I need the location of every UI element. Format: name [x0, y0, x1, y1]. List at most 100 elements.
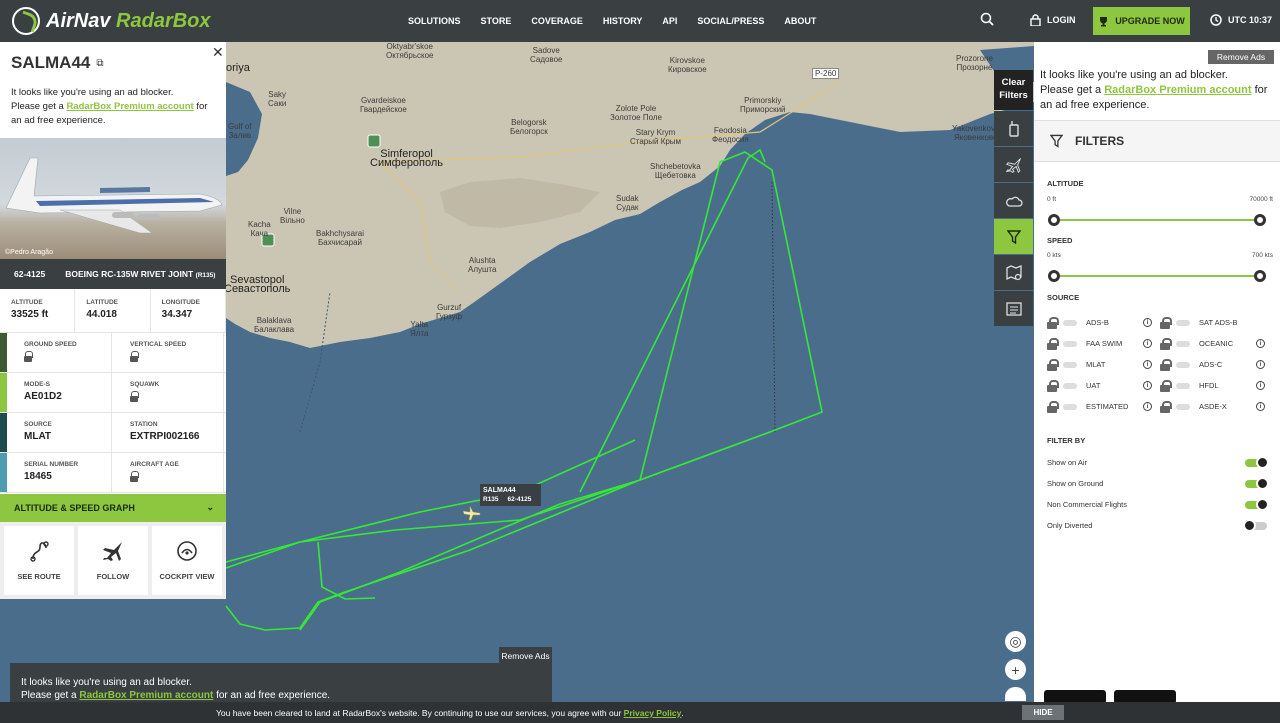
nav-about[interactable]: ABOUT: [784, 16, 816, 26]
altitude-min: 0 ft: [1047, 196, 1057, 203]
altitude-max-handle[interactable]: [1254, 214, 1266, 226]
flight-map-label[interactable]: SALMA44 R135 62-4125: [480, 484, 541, 506]
info-icon[interactable]: i: [1256, 360, 1265, 369]
cookie-text: You have been cleared to land at RadarBo…: [216, 707, 624, 718]
latitude-label: LATITUDE: [86, 299, 118, 306]
airnav-logo[interactable]: AirNav RadarBox: [12, 7, 211, 35]
speed-min-handle[interactable]: [1048, 270, 1060, 282]
locate-icon[interactable]: ◎: [1005, 631, 1026, 652]
altitude-min-handle[interactable]: [1048, 214, 1060, 226]
nav-history[interactable]: HISTORY: [603, 16, 643, 26]
filter-by-label: FILTER BY: [1047, 436, 1086, 445]
upgrade-now-button[interactable]: UPGRADE NOW: [1093, 7, 1190, 35]
privacy-policy-link[interactable]: Privacy Policy: [624, 708, 682, 718]
login-label: LOGIN: [1047, 15, 1076, 25]
login-button[interactable]: LOGIN: [1030, 14, 1076, 26]
clear-filters-button[interactable]: Clear Filters: [994, 70, 1033, 110]
info-icon[interactable]: i: [1256, 381, 1265, 390]
speed-max-handle[interactable]: [1254, 270, 1266, 282]
hide-cookie-button[interactable]: HIDE: [1022, 705, 1064, 720]
source-mlat[interactable]: MLAT i: [1047, 358, 1160, 371]
lock-icon: [1047, 337, 1059, 350]
lock-icon: [1047, 316, 1059, 329]
premium-link[interactable]: RadarBox Premium account: [66, 101, 193, 112]
utc-time: UTC 10:37: [1228, 15, 1273, 25]
aircraft-photo[interactable]: ©Pedro Aragão: [0, 138, 226, 259]
speed-slider[interactable]: [1048, 270, 1266, 282]
graph-label: ALTITUDE & SPEED GRAPH: [14, 503, 135, 513]
nav-social-press[interactable]: SOCIAL/PRESS: [697, 16, 764, 26]
source-sat-ads-b[interactable]: SAT ADS-B: [1160, 316, 1273, 329]
filter-only-diverted: Only Diverted: [1047, 519, 1273, 535]
filter-icon: [1050, 134, 1063, 148]
follow-button[interactable]: FOLLOW: [78, 526, 148, 595]
map-label: Kirovskoe Кировское: [668, 56, 707, 74]
plane-icon[interactable]: [994, 147, 1033, 182]
lock-icon[interactable]: [130, 471, 139, 482]
info-icon[interactable]: i: [1256, 339, 1265, 348]
zoom-in-button[interactable]: +: [1005, 659, 1026, 680]
altitude-slider[interactable]: [1048, 214, 1266, 226]
source-estimated[interactable]: ESTIMATED i: [1047, 400, 1160, 413]
plane-marker[interactable]: [462, 505, 481, 521]
source-ads-c[interactable]: ADS-C i: [1160, 358, 1273, 371]
zoom-out-button[interactable]: [1005, 687, 1026, 701]
source-hfdl[interactable]: HFDL i: [1160, 379, 1273, 392]
close-icon[interactable]: ✕: [212, 44, 224, 61]
remove-ads-button[interactable]: Remove Ads: [1208, 50, 1274, 64]
source-section-label: SOURCE: [1047, 293, 1080, 302]
radio-icon[interactable]: [994, 111, 1033, 146]
cookie-banner: You have been cleared to land at RadarBo…: [0, 702, 1280, 723]
info-icon[interactable]: i: [1143, 339, 1152, 348]
info-icon[interactable]: i: [1143, 381, 1152, 390]
source-ads-b[interactable]: ADS-B i: [1047, 316, 1160, 329]
map-label: Bakhchysarai Бахчисарай: [316, 229, 365, 247]
lock-icon[interactable]: [24, 351, 33, 362]
premium-link[interactable]: RadarBox Premium account: [1104, 84, 1251, 96]
info-icon[interactable]: i: [1143, 360, 1152, 369]
news-icon[interactable]: [994, 291, 1033, 326]
source-uat[interactable]: UAT i: [1047, 379, 1160, 392]
non-commercial-toggle[interactable]: [1245, 498, 1269, 511]
only-diverted-toggle[interactable]: [1243, 519, 1267, 532]
airport-marker[interactable]: [367, 134, 381, 148]
external-link-icon[interactable]: ⧉: [96, 58, 103, 69]
map-callsign: SALMA44: [483, 487, 516, 494]
cockpit-view-button[interactable]: COCKPIT VIEW: [152, 526, 222, 595]
map-settings-icon[interactable]: [994, 255, 1033, 290]
show-on-ground-toggle[interactable]: [1245, 477, 1269, 490]
map-label: Vilne Вільно: [280, 207, 305, 225]
lock-icon: [1047, 400, 1059, 413]
weather-icon[interactable]: [994, 183, 1033, 218]
source-asde-x[interactable]: ASDE-X i: [1160, 400, 1273, 413]
squawk-label: SQUAWK: [130, 381, 160, 388]
position-row: ALTITUDE 33525 ft LATITUDE 44.018 LONGITUD…: [0, 289, 226, 333]
nav-api[interactable]: API: [662, 16, 677, 26]
show-on-air-toggle[interactable]: [1245, 456, 1269, 469]
bottom-ad-line1: It looks like you're using an ad blocker…: [21, 677, 192, 688]
info-icon[interactable]: i: [1143, 402, 1152, 411]
serial-value: 18465: [24, 471, 52, 482]
source-label: SOURCE: [24, 421, 52, 428]
map-label: Zolote Pole Золотое Поле: [610, 104, 662, 122]
filter-icon[interactable]: [994, 219, 1033, 254]
flight-callsign: SALMA44 ⧉: [11, 53, 104, 73]
info-icon[interactable]: i: [1256, 402, 1265, 411]
altitude-speed-graph-toggle[interactable]: ALTITUDE & SPEED GRAPH ⌄: [0, 494, 226, 522]
nav-coverage[interactable]: COVERAGE: [531, 16, 583, 26]
lock-icon[interactable]: [130, 351, 139, 362]
search-icon[interactable]: [980, 12, 994, 26]
source-oceanic[interactable]: OCEANIC i: [1160, 337, 1273, 350]
nav-store[interactable]: STORE: [481, 16, 512, 26]
lock-icon[interactable]: [130, 391, 139, 402]
premium-link[interactable]: RadarBox Premium account: [79, 690, 213, 701]
source-faa-swim[interactable]: FAA SWIM i: [1047, 337, 1160, 350]
remove-ads-button[interactable]: Remove Ads: [499, 647, 552, 664]
see-route-button[interactable]: SEE ROUTE: [4, 526, 74, 595]
utc-clock: UTC 10:37: [1210, 14, 1272, 26]
source-list: ADS-B i SAT ADS-B FAA SWIM i OCEANIC i MLAT…: [1047, 312, 1273, 417]
longitude-value: 34.347: [161, 309, 193, 320]
nav-solutions[interactable]: SOLUTIONS: [408, 16, 461, 26]
filters-title: FILTERS: [1075, 134, 1125, 148]
info-icon[interactable]: i: [1143, 318, 1152, 327]
